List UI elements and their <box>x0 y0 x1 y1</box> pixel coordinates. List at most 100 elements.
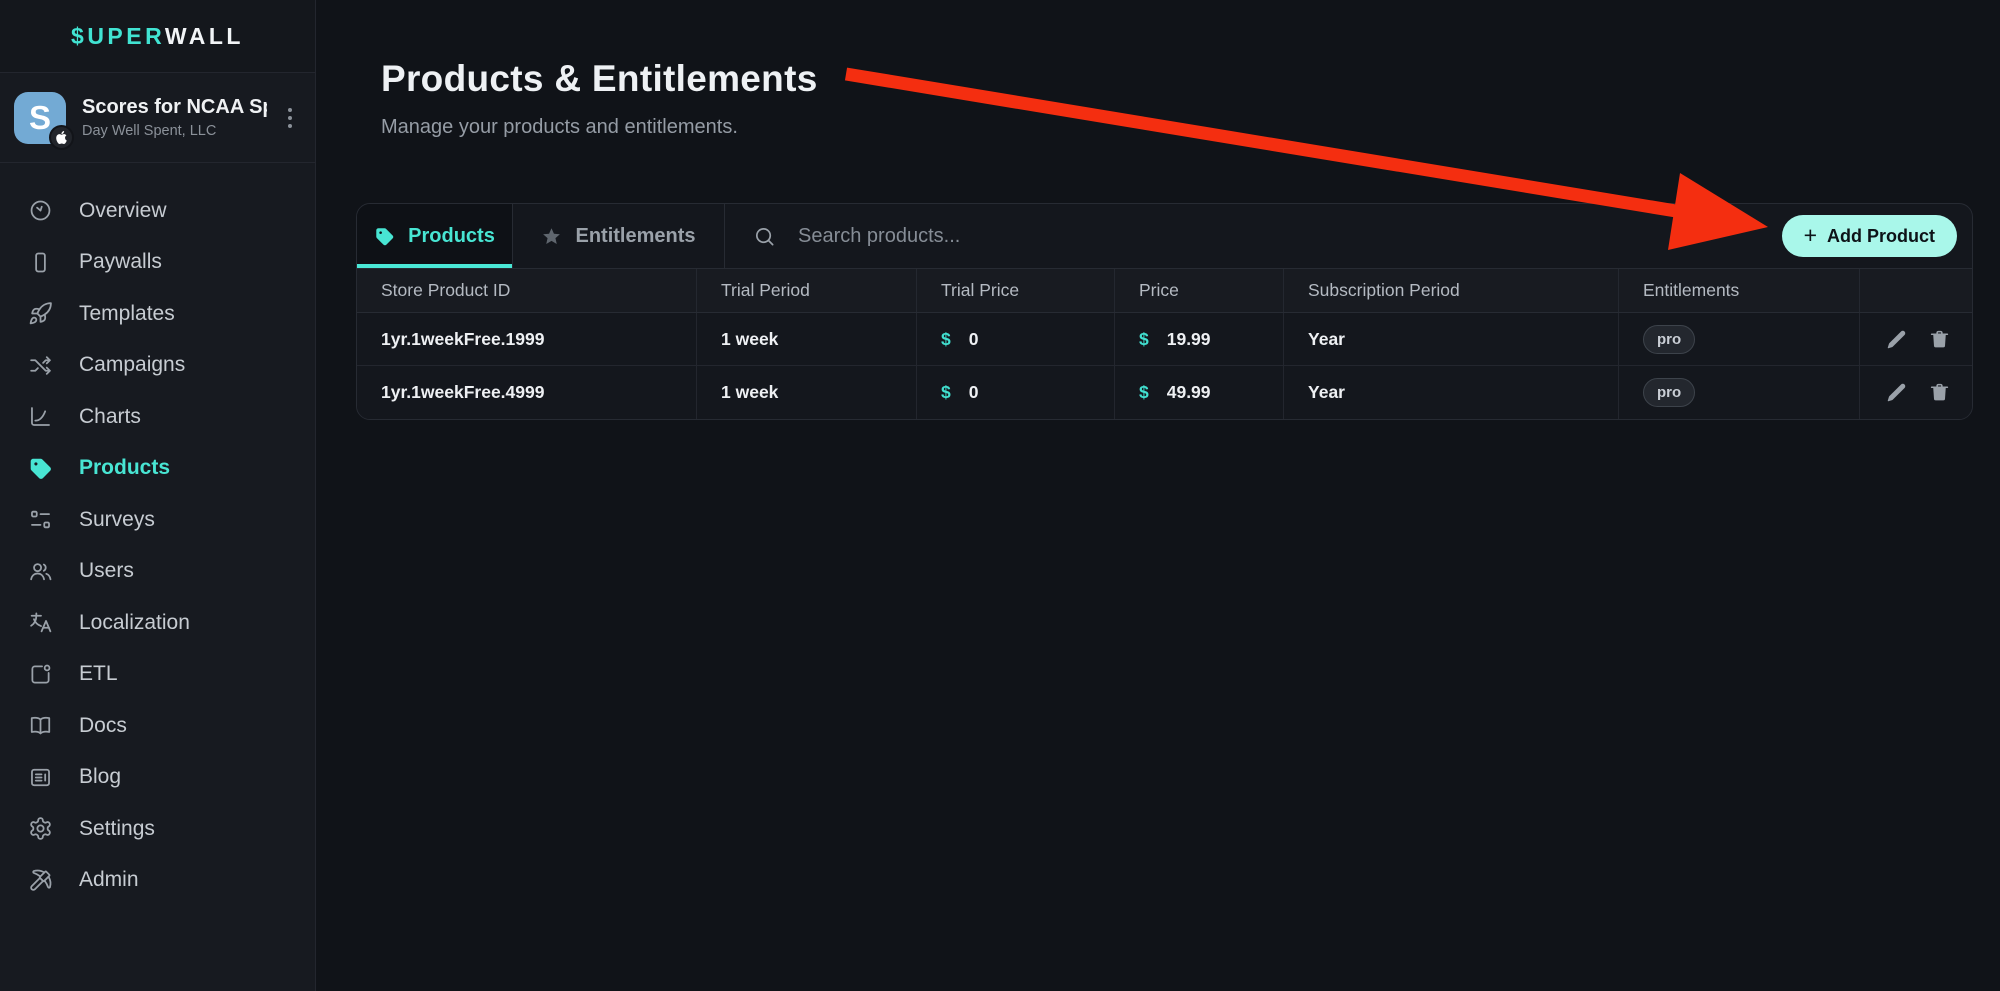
table-row: 1yr.1weekFree.1999 1 week $ 0 $ 19.99 Ye… <box>357 313 1972 366</box>
plus-icon: + <box>1804 224 1817 247</box>
users-icon <box>28 559 53 584</box>
main-content: Products & Entitlements Manage your prod… <box>317 0 2000 991</box>
add-product-label: Add Product <box>1827 226 1935 247</box>
cell-store-product-id: 1yr.1weekFree.1999 <box>357 313 697 365</box>
cell-subscription-period: Year <box>1284 313 1619 365</box>
book-open-icon <box>28 713 53 738</box>
sidebar-item-docs[interactable]: Docs <box>0 700 315 752</box>
phone-icon <box>28 250 53 275</box>
sidebar-item-paywalls[interactable]: Paywalls <box>0 237 315 289</box>
search-bar <box>725 204 1782 268</box>
search-input[interactable] <box>798 225 1782 248</box>
sidebar-item-label: Blog <box>79 765 121 789</box>
currency-symbol: $ <box>941 329 951 350</box>
sidebar-item-users[interactable]: Users <box>0 546 315 598</box>
chart-line-icon <box>28 404 53 429</box>
sidebar-item-label: Overview <box>79 199 167 223</box>
sidebar-item-label: Surveys <box>79 508 155 532</box>
edit-button[interactable] <box>1886 329 1907 350</box>
add-product-button[interactable]: + Add Product <box>1782 215 1957 257</box>
cell-trial-price: $ 0 <box>917 313 1115 365</box>
pickaxe-icon <box>28 868 53 893</box>
column-header-trial-period: Trial Period <box>697 269 917 312</box>
price-value: 49.99 <box>1167 382 1211 403</box>
tab-label: Entitlements <box>575 225 695 248</box>
logo-text: WALL <box>165 23 244 49</box>
cell-subscription-period: Year <box>1284 366 1619 419</box>
export-box-icon <box>28 662 53 687</box>
sidebar-item-surveys[interactable]: Surveys <box>0 494 315 546</box>
app-switcher[interactable]: S Scores for NCAA Spo… Day Well Spent, L… <box>0 73 315 163</box>
org-name: Day Well Spent, LLC <box>82 123 267 139</box>
cell-entitlements: pro <box>1619 313 1860 365</box>
currency-symbol: $ <box>941 382 951 403</box>
entitlement-badge: pro <box>1643 325 1695 354</box>
translate-icon <box>28 610 53 635</box>
tag-icon <box>28 456 53 481</box>
superwall-logo: $UPERWALL <box>71 23 244 50</box>
search-icon <box>753 225 776 248</box>
newspaper-icon <box>28 765 53 790</box>
cell-entitlements: pro <box>1619 366 1860 419</box>
sidebar-item-label: Products <box>79 456 170 480</box>
app-icon-letter: S <box>29 99 51 137</box>
app-icon: S <box>14 92 66 144</box>
app-menu-kebab-icon[interactable] <box>283 103 297 133</box>
apple-platform-icon <box>49 125 74 150</box>
cell-price: $ 49.99 <box>1115 366 1284 419</box>
entitlement-badge: pro <box>1643 378 1695 407</box>
checklist-icon <box>28 507 53 532</box>
sidebar-item-blog[interactable]: Blog <box>0 752 315 804</box>
tab-bar: Products Entitlements + Add Product <box>357 204 1972 269</box>
column-header-trial-price: Trial Price <box>917 269 1115 312</box>
trial-price-value: 0 <box>969 329 979 350</box>
sidebar-item-overview[interactable]: Overview <box>0 185 315 237</box>
tag-icon <box>374 226 395 247</box>
cell-actions <box>1860 313 1972 365</box>
price-value: 19.99 <box>1167 329 1211 350</box>
add-product-area: + Add Product <box>1782 204 1972 268</box>
column-header-price: Price <box>1115 269 1284 312</box>
cell-actions <box>1860 366 1972 419</box>
tab-label: Products <box>408 225 495 248</box>
products-card: Products Entitlements + Add Product <box>356 203 1973 420</box>
cell-price: $ 19.99 <box>1115 313 1284 365</box>
delete-button[interactable] <box>1929 329 1950 350</box>
sidebar-nav: Overview Paywalls Templates Campaigns Ch… <box>0 163 315 906</box>
tab-entitlements[interactable]: Entitlements <box>513 204 725 268</box>
edit-button[interactable] <box>1886 382 1907 403</box>
sidebar-item-label: Docs <box>79 714 127 738</box>
sidebar-item-charts[interactable]: Charts <box>0 391 315 443</box>
sidebar-item-label: Campaigns <box>79 353 185 377</box>
sidebar-item-label: Localization <box>79 611 190 635</box>
sidebar-item-label: ETL <box>79 662 118 686</box>
sidebar-item-settings[interactable]: Settings <box>0 803 315 855</box>
logo-bar: $UPERWALL <box>0 0 315 73</box>
cell-trial-period: 1 week <box>697 313 917 365</box>
sidebar-item-label: Admin <box>79 868 139 892</box>
overview-icon <box>28 198 53 223</box>
column-header-store-product-id: Store Product ID <box>357 269 697 312</box>
sidebar-item-label: Templates <box>79 302 175 326</box>
column-header-entitlements: Entitlements <box>1619 269 1860 312</box>
trial-price-value: 0 <box>969 382 979 403</box>
tab-products[interactable]: Products <box>357 204 513 268</box>
sidebar-item-campaigns[interactable]: Campaigns <box>0 340 315 392</box>
sidebar-item-localization[interactable]: Localization <box>0 597 315 649</box>
sidebar-item-etl[interactable]: ETL <box>0 649 315 701</box>
sidebar-item-templates[interactable]: Templates <box>0 288 315 340</box>
sidebar-item-label: Charts <box>79 405 141 429</box>
app-meta: Scores for NCAA Spo… Day Well Spent, LLC <box>82 96 267 139</box>
sidebar-item-products[interactable]: Products <box>0 443 315 495</box>
cell-store-product-id: 1yr.1weekFree.4999 <box>357 366 697 419</box>
gear-icon <box>28 816 53 841</box>
page-title: Products & Entitlements <box>381 58 818 100</box>
star-icon <box>541 226 562 247</box>
currency-symbol: $ <box>1139 382 1149 403</box>
column-header-actions <box>1860 269 1972 312</box>
page-subtitle: Manage your products and entitlements. <box>381 116 738 139</box>
table-header-row: Store Product ID Trial Period Trial Pric… <box>357 269 1972 313</box>
cell-trial-period: 1 week <box>697 366 917 419</box>
delete-button[interactable] <box>1929 382 1950 403</box>
sidebar-item-admin[interactable]: Admin <box>0 855 315 907</box>
